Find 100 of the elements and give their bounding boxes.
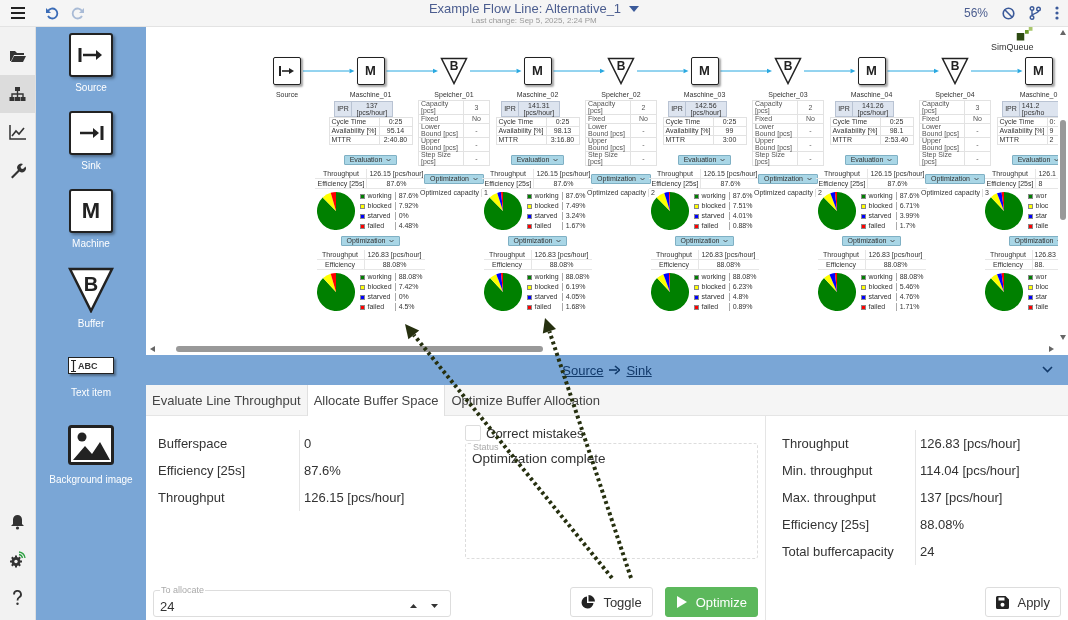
source-node[interactable] [273,57,301,85]
caret-down-icon[interactable] [629,5,640,12]
connector-arrow [553,68,605,74]
chevron-down-icon[interactable] [1042,366,1053,373]
route-link[interactable]: Sink [626,362,652,378]
prohibited-icon[interactable] [1002,6,1015,20]
field-label: Min. throughput [781,462,874,480]
field-value: 87.6% [299,457,451,484]
chevron-down-icon [1054,158,1058,162]
arrow-right-icon [609,365,621,375]
source-symbol[interactable] [69,33,113,77]
text-item-symbol[interactable]: ABC [68,357,114,374]
bar-arrow-icon [279,66,295,76]
chevron-down-icon [806,177,812,181]
pie-chart [650,273,689,311]
line-chart-icon [9,123,26,141]
spin-up-icon[interactable] [410,604,417,608]
more-icon[interactable] [1055,6,1059,20]
scrollbar-thumb[interactable] [176,346,543,352]
bell-icon[interactable] [9,512,26,530]
field-label: Total buffercapacity [781,543,895,561]
logo-text: SimQueue [991,42,1034,52]
scroll-down-icon[interactable] [1060,335,1066,340]
tab[interactable]: Allocate Buffer Space [306,385,446,416]
chevron-down-icon [720,158,726,162]
buffer-symbol[interactable]: B [68,267,114,313]
last-change-text: Last change: Sep 5, 2025, 2:24 PM [471,16,597,25]
chevron-down-icon [723,239,729,243]
pie-chart [817,273,856,311]
pie-chart [483,192,522,230]
palette-label: Source [75,82,107,93]
pie-chart [316,192,355,230]
save-icon [996,595,1010,609]
chevron-down-icon [639,177,645,181]
machine-node[interactable]: M [690,57,719,85]
field-value: 126.15 [pcs/hour] [299,484,451,511]
undo-icon[interactable] [45,6,59,20]
pie-chart [650,192,689,230]
chevron-down-icon [973,177,979,181]
pie-chart-icon [581,595,596,609]
buffer-node[interactable]: B [774,57,802,85]
palette-label: Background image [49,474,133,485]
arrow-bar-icon [78,125,104,141]
machine-node[interactable]: M [1024,57,1053,85]
chevron-down-icon [386,158,392,162]
wrench-icon [9,161,26,179]
field-value: 0 [299,430,451,457]
buffer-node[interactable]: B [941,57,969,85]
spin-down-icon[interactable] [431,604,438,608]
branch-icon[interactable] [1029,6,1041,20]
buffer-node[interactable]: B [440,57,468,85]
connector-arrow [636,68,689,74]
tab[interactable]: Evaluate Line Throughput [146,385,307,415]
scroll-left-icon[interactable] [150,346,155,352]
scrollbar-thumb[interactable] [1060,120,1066,220]
logo-squares-icon [1015,27,1034,42]
scroll-up-icon[interactable] [1060,30,1066,35]
field-label: To allocate [160,586,206,595]
field-value: 126.83 [pcs/hour] [915,430,1061,457]
connector-arrow [970,68,1023,74]
settings-icon[interactable] [9,550,26,568]
machine-node[interactable]: M [857,57,886,85]
apply-button[interactable]: Apply [985,587,1061,617]
pie-chart [817,192,856,230]
machine-node[interactable]: M [356,57,385,85]
sitemap-icon [9,85,26,103]
sink-symbol[interactable] [69,111,113,155]
chevron-down-icon [472,177,478,181]
checkbox-label: Correct mistakes [486,425,584,441]
image-icon[interactable] [68,425,114,465]
machine-symbol[interactable]: M [69,189,113,233]
field-label: Efficiency [25s] [157,462,247,480]
checkbox[interactable] [465,425,481,441]
pie-chart [316,273,355,311]
field-value: 24 [915,538,1061,565]
field-label: Bufferspace [157,435,229,453]
zoom-level[interactable]: 56% [963,6,988,20]
field-label: Throughput [781,435,850,453]
scroll-right-icon[interactable] [1049,346,1054,352]
toggle-button[interactable]: Toggle [570,587,653,617]
palette-label: Buffer [77,318,105,329]
chevron-down-icon [553,158,559,162]
pie-chart [483,273,522,311]
palette-label: Machine [72,238,110,249]
machine-node[interactable]: M [523,57,552,85]
buffer-node[interactable]: B [607,57,635,85]
connector-arrow [302,68,355,74]
menu-icon[interactable] [11,7,25,19]
chevron-down-icon [890,239,896,243]
field-label: Max. throughput [781,489,877,507]
field-value: 137 [pcs/hour] [915,484,1061,511]
connector-arrow [386,68,438,74]
document-title: Example Flow Line: Alternative_1 [428,1,622,16]
route-link[interactable]: Source [562,362,604,378]
text-cursor-icon [71,359,76,372]
play-icon [675,595,688,609]
pie-chart-drawing [984,273,1023,311]
bar-arrow-icon [78,47,104,63]
palette-label: Sink [81,160,101,171]
nav-tab[interactable] [0,75,35,113]
